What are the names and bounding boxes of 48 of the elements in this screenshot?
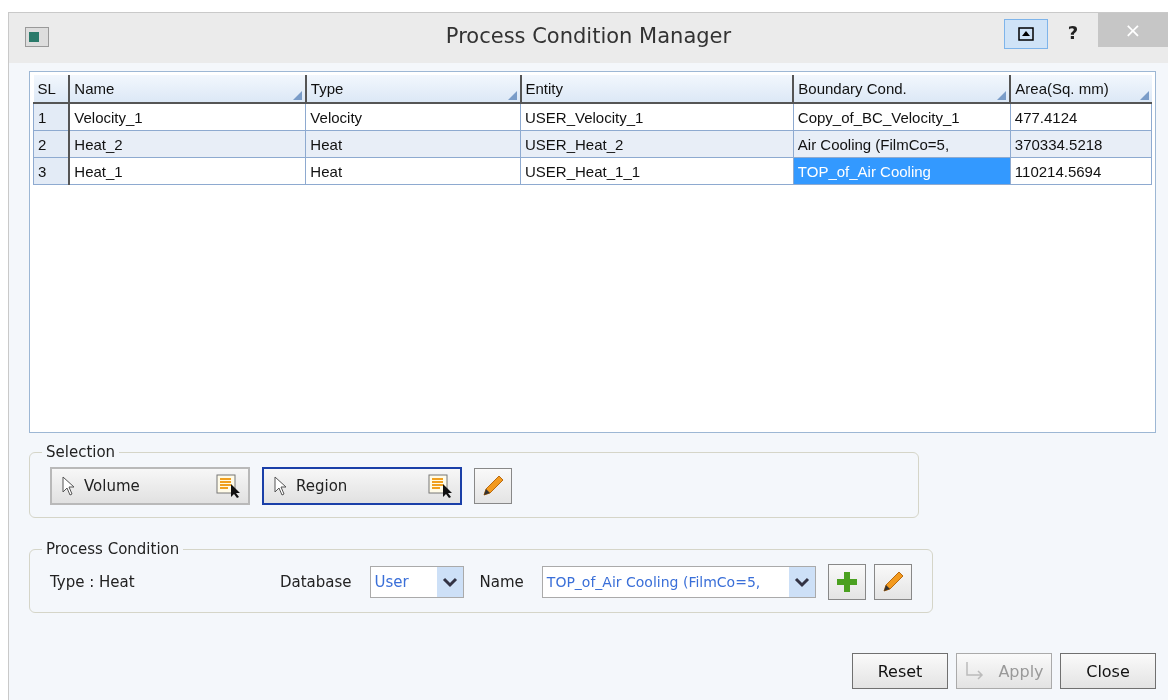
column-header[interactable]: Name (69, 75, 306, 103)
table-cell[interactable]: 477.4124 (1010, 103, 1152, 131)
list-cursor-icon (216, 474, 242, 498)
cursor-icon (62, 476, 76, 496)
pin-button[interactable] (1004, 19, 1048, 49)
pencil-icon (480, 473, 506, 499)
table-cell[interactable]: Velocity (305, 103, 521, 131)
table-cell[interactable]: USER_Heat_1_1 (520, 157, 794, 185)
table-cell[interactable]: USER_Heat_2 (520, 130, 794, 158)
selection-button[interactable]: Volume (50, 467, 250, 505)
plus-icon (834, 570, 859, 594)
table-cell[interactable]: 370334.5218 (1010, 130, 1152, 158)
column-header[interactable]: Area(Sq. mm) (1010, 75, 1152, 103)
dialog-button[interactable]: Reset (852, 653, 948, 689)
table-cell[interactable]: 3 (33, 157, 70, 185)
table-cell[interactable]: Heat (305, 130, 521, 158)
edit-button[interactable] (474, 468, 512, 504)
add-button[interactable] (827, 564, 866, 600)
group-title: Process Condition (45, 540, 181, 558)
list-cursor-icon (428, 474, 454, 498)
app-icon (25, 27, 49, 47)
edit-button[interactable] (873, 564, 912, 600)
table-cell[interactable]: Copy_of_BC_Velocity_1 (793, 103, 1011, 131)
column-header[interactable]: Boundary Cond. (793, 75, 1011, 103)
cursor-icon (274, 476, 288, 496)
name-label: Name (479, 573, 524, 591)
table-cell[interactable]: 2 (33, 130, 70, 158)
table-cell[interactable]: USER_Velocity_1 (520, 103, 794, 131)
table-cell[interactable]: Velocity_1 (69, 103, 306, 131)
table-cell[interactable]: Heat_1 (69, 157, 306, 185)
name-dropdown[interactable]: TOP_of_Air Cooling (FilmCo=5, (541, 566, 816, 598)
database-label: Database (280, 573, 352, 591)
table-cell[interactable]: Heat_2 (69, 130, 306, 158)
table-cell[interactable]: 1 (33, 103, 70, 131)
table-cell[interactable]: 110214.5694 (1010, 157, 1152, 185)
help-button[interactable]: ? (1048, 15, 1098, 49)
selection-button[interactable]: Region (262, 467, 462, 505)
type-label: Type : Heat (50, 573, 136, 591)
table-cell[interactable]: Heat (305, 157, 521, 185)
window-title: Process Condition Manager (445, 24, 732, 48)
eject-icon (1018, 27, 1034, 41)
column-header[interactable]: Type (305, 75, 521, 103)
column-header[interactable]: Entity (520, 75, 794, 103)
table-cell[interactable]: Air Cooling (FilmCo=5, (793, 130, 1011, 158)
group-title: Selection (45, 443, 117, 461)
dialog-button[interactable]: Close (1060, 653, 1156, 689)
database-dropdown[interactable]: User (369, 566, 464, 598)
column-header[interactable]: SL (33, 75, 70, 103)
